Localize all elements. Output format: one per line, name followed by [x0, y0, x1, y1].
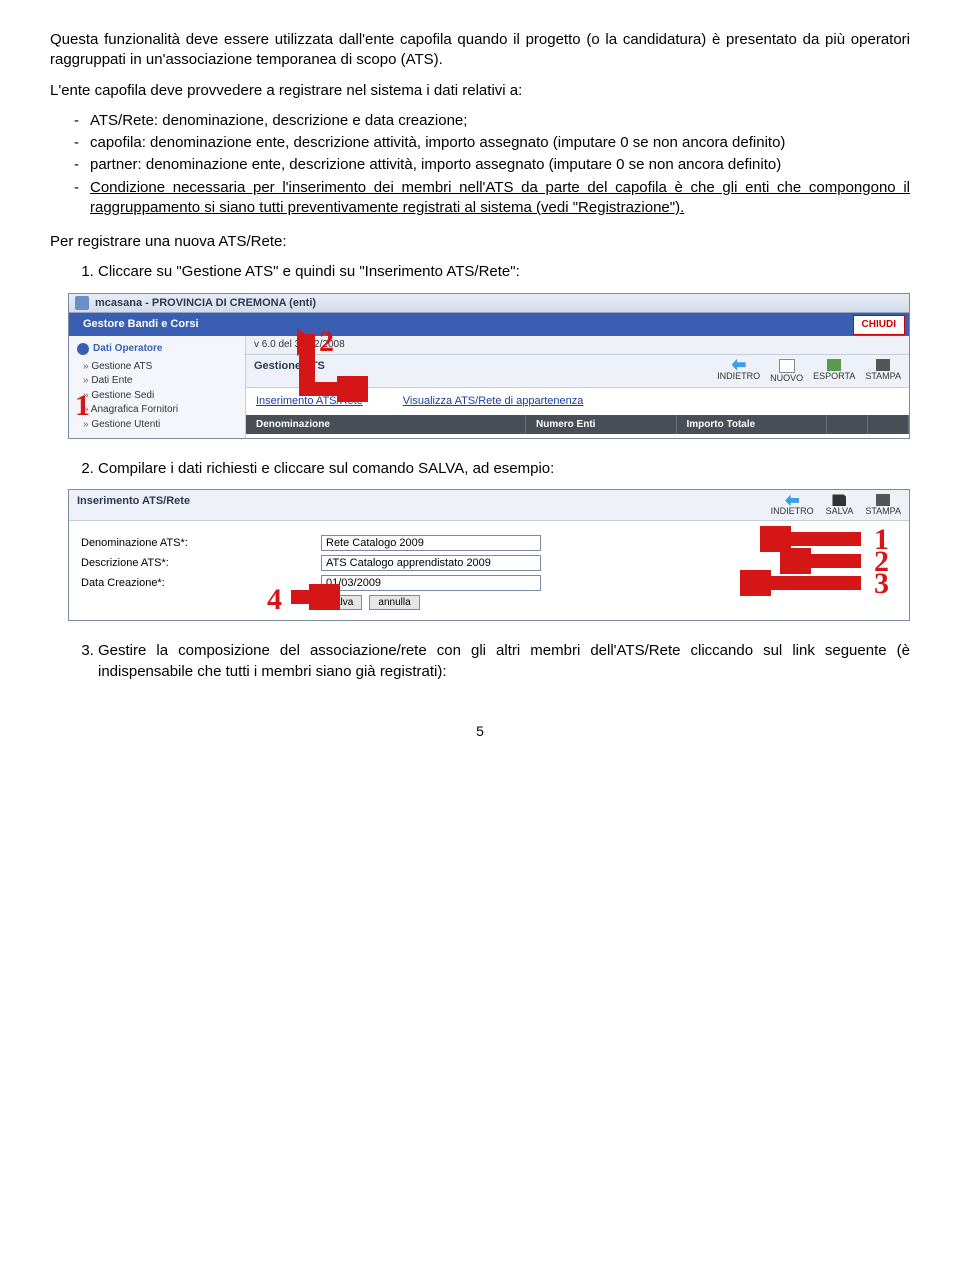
new-button[interactable]: NUOVO [770, 359, 803, 383]
window-title: mcasana - PROVINCIA DI CREMONA (enti) [95, 296, 903, 311]
steps-list: Cliccare su "Gestione ATS" e quindi su "… [50, 262, 910, 682]
export-icon [827, 359, 841, 371]
export-button[interactable]: ESPORTA [813, 359, 855, 383]
step-3: Gestire la composizione del associazione… [98, 641, 910, 682]
list-item: partner: denominazione ente, descrizione… [74, 155, 910, 175]
sidebar-header[interactable]: Dati Operatore [77, 342, 237, 356]
screenshot-1: mcasana - PROVINCIA DI CREMONA (enti) Ge… [68, 293, 910, 440]
arrow-left-icon [785, 494, 799, 506]
col-denominazione: Denominazione [246, 415, 526, 435]
print-icon [876, 494, 890, 506]
grid-header: Denominazione Numero Enti Importo Totale [246, 415, 909, 435]
sidebar-item-gestione-sedi[interactable]: Gestione Sedi [83, 389, 237, 403]
label-descrizione: Descrizione ATS*: [81, 556, 321, 571]
back-button[interactable]: INDIETRO [717, 359, 760, 383]
new-icon [779, 359, 795, 373]
screenshot-2: Inserimento ATS/Rete INDIETRO SALVA STAM… [68, 489, 910, 621]
form-title: Inserimento ATS/Rete [77, 494, 771, 516]
print-icon [876, 359, 890, 371]
top-tab[interactable]: Gestore Bandi e Corsi [69, 313, 213, 336]
input-data[interactable] [321, 575, 541, 591]
page-number: 5 [50, 722, 910, 741]
annotation-1: 1 [75, 386, 90, 427]
label-denominazione: Denominazione ATS*: [81, 536, 321, 551]
annotation-arrow-3 [771, 576, 861, 590]
annulla-button[interactable]: annulla [369, 595, 419, 610]
annotation-4: 4 [267, 580, 282, 621]
annotation-arrow-2 [811, 554, 861, 568]
version-label: v 6.0 del 31/12/2008 [246, 336, 909, 354]
annotation-arrow-2 [299, 334, 315, 384]
annotation-arrow-4 [291, 590, 311, 604]
back-button[interactable]: INDIETRO [771, 494, 814, 516]
list-item: capofila: denominazione ente, descrizion… [74, 133, 910, 153]
label-data: Data Creazione*: [81, 576, 321, 591]
annotation-3: 3 [874, 564, 889, 605]
user-icon [77, 343, 89, 355]
list-item: ATS/Rete: denominazione, descrizione e d… [74, 111, 910, 131]
input-descrizione[interactable] [321, 555, 541, 571]
relative-data-list: ATS/Rete: denominazione, descrizione e d… [50, 111, 910, 218]
intro-paragraph-1: Questa funzionalità deve essere utilizza… [50, 30, 910, 71]
app-icon [75, 296, 89, 310]
print-button[interactable]: STAMPA [865, 359, 901, 383]
sidebar-item-anagrafica[interactable]: Anagrafica Fornitori [83, 403, 237, 417]
arrow-left-icon [732, 359, 746, 371]
intro-paragraph-2: L'ente capofila deve provvedere a regist… [50, 81, 910, 101]
save-button[interactable]: SALVA [826, 494, 854, 516]
step-2: Compilare i dati richiesti e cliccare su… [98, 459, 910, 621]
sidebar-item-gestione-ats[interactable]: Gestione ATS [83, 360, 237, 374]
close-button[interactable]: CHIUDI [853, 315, 905, 335]
print-button[interactable]: STAMPA [865, 494, 901, 516]
link-visualizza[interactable]: Visualizza ATS/Rete di appartenenza [403, 394, 584, 409]
save-icon [832, 494, 846, 506]
annotation-arrow-1 [791, 532, 861, 546]
col-numero-enti: Numero Enti [526, 415, 677, 435]
per-registrare: Per registrare una nuova ATS/Rete: [50, 232, 910, 252]
sidebar-item-gestione-utenti[interactable]: Gestione Utenti [83, 418, 237, 432]
annotation-2: 2 [319, 322, 334, 363]
list-item: Condizione necessaria per l'inserimento … [74, 178, 910, 219]
step-1: Cliccare su "Gestione ATS" e quindi su "… [98, 262, 910, 439]
sidebar-item-dati-ente[interactable]: Dati Ente [83, 374, 237, 388]
section-title: Gestione ATS [254, 359, 717, 383]
col-importo: Importo Totale [677, 415, 828, 435]
input-denominazione[interactable] [321, 535, 541, 551]
